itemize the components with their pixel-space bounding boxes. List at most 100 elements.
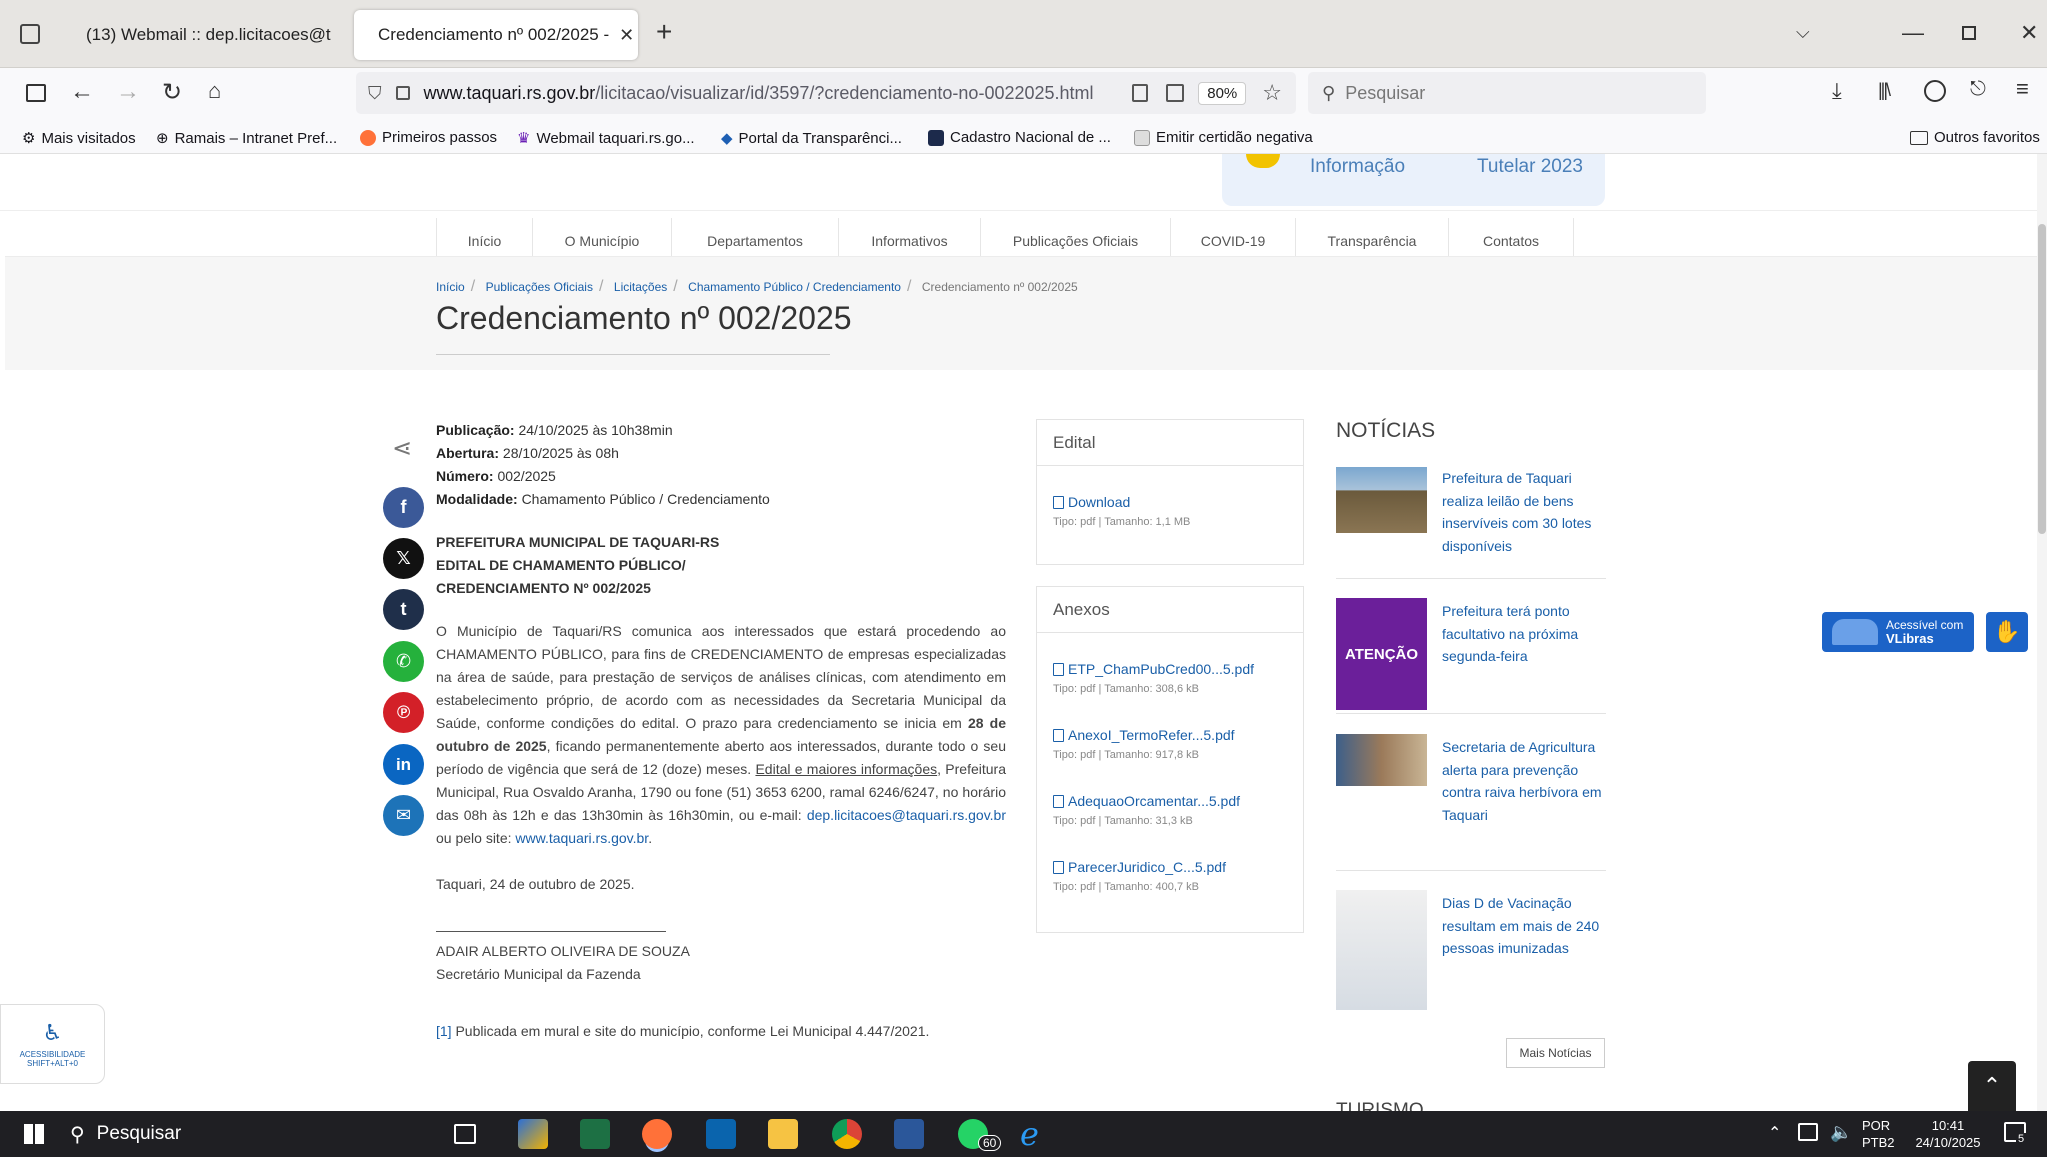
- url-bar[interactable]: ⛉ www.taquari.rs.gov.br/licitacao/visual…: [356, 72, 1296, 114]
- shield-icon[interactable]: ⛉: [368, 83, 382, 104]
- share-icon[interactable]: ⋖: [392, 434, 412, 463]
- home-icon[interactable]: ⌂: [208, 78, 221, 104]
- bookmark-most-visited[interactable]: ⚙ Mais visitados: [22, 129, 136, 148]
- vlibras-hand-icon[interactable]: ✋: [1986, 612, 2028, 652]
- word-icon[interactable]: [894, 1119, 924, 1149]
- menu-icon[interactable]: ≡: [2016, 76, 2029, 102]
- news-headline[interactable]: Prefeitura terá ponto facultativo na pró…: [1442, 600, 1602, 668]
- email-icon[interactable]: ✉: [383, 795, 424, 836]
- accessibility-widget[interactable]: ♿ ACESSIBILIDADE SHIFT+ALT+0: [0, 1004, 105, 1084]
- news-thumbnail[interactable]: [1336, 890, 1427, 1010]
- banner-item-tutelar[interactable]: Tutelar 2023: [1477, 156, 1583, 178]
- reader-view-icon[interactable]: [1132, 84, 1149, 102]
- whatsapp-icon[interactable]: ✆: [383, 641, 424, 682]
- scroll-top-button[interactable]: ⌃: [1968, 1061, 2016, 1111]
- widget-app-icon[interactable]: [518, 1119, 548, 1149]
- firefox-icon[interactable]: [642, 1119, 672, 1149]
- lock-icon[interactable]: [395, 86, 410, 100]
- bookmark-cadastro[interactable]: Cadastro Nacional de ...: [928, 129, 1111, 146]
- bookmark-certidao[interactable]: Emitir certidão negativa: [1134, 129, 1313, 146]
- breadcrumb-chamamento[interactable]: Chamamento Público / Credenciamento: [688, 280, 901, 294]
- taskbar-search[interactable]: ⚲ Pesquisar: [70, 1111, 430, 1157]
- windows-start-icon[interactable]: [24, 1124, 44, 1144]
- bookmark-transparencia[interactable]: ◆ Portal da Transparênci...: [721, 129, 902, 148]
- downloads-icon[interactable]: ⤓: [1832, 78, 1842, 104]
- footnote-ref[interactable]: [1]: [436, 1023, 452, 1039]
- search-placeholder: Pesquisar: [1345, 82, 1426, 103]
- facebook-icon[interactable]: f: [383, 487, 424, 528]
- restore-button[interactable]: [1962, 26, 1976, 40]
- edital-link[interactable]: Edital e maiores informações: [755, 761, 937, 777]
- news-thumbnail[interactable]: [1336, 734, 1427, 786]
- minimize-button[interactable]: —: [1902, 20, 1924, 46]
- breadcrumb-inicio[interactable]: Início: [436, 280, 465, 294]
- back-icon[interactable]: ←: [70, 78, 94, 106]
- close-window-button[interactable]: ✕: [2020, 20, 2038, 46]
- email-link[interactable]: dep.licitacoes@taquari.rs.gov.br: [807, 807, 1006, 823]
- bookmark-primeiros-passos[interactable]: Primeiros passos: [360, 129, 497, 146]
- breadcrumb-licitacoes[interactable]: Licitações: [614, 280, 667, 294]
- reload-icon[interactable]: ↻: [162, 78, 182, 107]
- extensions-icon[interactable]: ⎋: [1970, 78, 1986, 101]
- more-news-button[interactable]: Mais Notícias: [1506, 1038, 1605, 1068]
- vlibras-badge[interactable]: Acessível com VLibras: [1822, 612, 1974, 652]
- page-title: Credenciamento nº 002/2025: [436, 300, 852, 336]
- tumblr-icon[interactable]: t: [383, 589, 424, 630]
- file-explorer-icon[interactable]: [768, 1119, 798, 1149]
- sidebar-toggle-icon[interactable]: [26, 84, 46, 102]
- edge-icon[interactable]: ℯ: [1020, 1115, 1039, 1153]
- scrollbar-thumb[interactable]: [2038, 224, 2046, 534]
- site-link[interactable]: www.taquari.rs.gov.br: [515, 830, 648, 846]
- linkedin-icon[interactable]: in: [383, 744, 424, 785]
- download-link[interactable]: Download: [1053, 494, 1303, 510]
- news-item[interactable]: ATENÇÃO Prefeitura terá ponto facultativ…: [1336, 598, 1606, 714]
- account-icon[interactable]: [1924, 80, 1946, 102]
- chevron-up-icon[interactable]: ⌃: [1768, 1123, 1781, 1143]
- tab-webmail[interactable]: (13) Webmail :: dep.licitacoes@t ✕: [62, 10, 342, 60]
- new-tab-button[interactable]: +: [656, 16, 672, 48]
- anexo-link[interactable]: AnexoI_TermoRefer...5.pdf: [1053, 727, 1303, 743]
- tab-credenciamento[interactable]: Credenciamento nº 002/2025 - ✕: [354, 10, 638, 60]
- library-icon[interactable]: |||\: [1878, 80, 1891, 101]
- clock[interactable]: 10:41 24/10/2025: [1906, 1117, 1990, 1151]
- star-icon[interactable]: ☆: [1262, 80, 1282, 106]
- language-indicator[interactable]: POR PTB2: [1862, 1117, 1895, 1151]
- news-thumbnail[interactable]: [1336, 467, 1427, 533]
- search-bar[interactable]: ⚲ Pesquisar: [1308, 72, 1706, 114]
- x-twitter-icon[interactable]: 𝕏: [383, 538, 424, 579]
- close-icon[interactable]: ✕: [341, 25, 342, 46]
- excel-icon[interactable]: [580, 1119, 610, 1149]
- news-item[interactable]: Secretaria de Agricultura alerta para pr…: [1336, 734, 1606, 871]
- bookmark-webmail[interactable]: ♛ Webmail taquari.rs.go...: [517, 129, 695, 148]
- news-headline[interactable]: Prefeitura de Taquari realiza leilão de …: [1442, 467, 1602, 557]
- anexo-file: ETP_ChamPubCred00...5.pdf Tipo: pdf | Ta…: [1037, 661, 1303, 695]
- close-icon[interactable]: ✕: [619, 25, 634, 46]
- chrome-icon[interactable]: [832, 1119, 862, 1149]
- task-view-icon[interactable]: [454, 1124, 476, 1144]
- pinterest-icon[interactable]: ℗: [383, 692, 424, 733]
- news-item[interactable]: Prefeitura de Taquari realiza leilão de …: [1336, 467, 1606, 579]
- banner-item-informacao[interactable]: Informação: [1310, 156, 1405, 178]
- url-text[interactable]: www.taquari.rs.gov.br/licitacao/visualiz…: [424, 83, 1094, 104]
- chevron-down-icon[interactable]: ⌵: [1796, 22, 1810, 43]
- forward-icon[interactable]: →: [116, 78, 140, 106]
- anexo-link[interactable]: ParecerJuridico_C...5.pdf: [1053, 859, 1303, 875]
- bookmark-other-favorites[interactable]: Outros favoritos: [1910, 129, 2040, 146]
- anexos-title: Anexos: [1037, 587, 1303, 633]
- tab-list-icon[interactable]: [20, 24, 40, 44]
- news-headline[interactable]: Secretaria de Agricultura alerta para pr…: [1442, 736, 1602, 826]
- file-name: ETP_ChamPubCred00...5.pdf: [1068, 661, 1254, 677]
- heading-line: PREFEITURA MUNICIPAL DE TAQUARI-RS: [436, 534, 720, 550]
- zoom-indicator[interactable]: 80%: [1198, 81, 1247, 105]
- breadcrumb-publicacoes[interactable]: Publicações Oficiais: [486, 280, 593, 294]
- anexo-link[interactable]: ETP_ChamPubCred00...5.pdf: [1053, 661, 1303, 677]
- save-page-icon[interactable]: [1166, 84, 1185, 102]
- anexo-link[interactable]: AdequaoOrcamentar...5.pdf: [1053, 793, 1303, 809]
- news-thumbnail[interactable]: ATENÇÃO: [1336, 598, 1427, 710]
- bookmark-ramais[interactable]: ⊕ Ramais – Intranet Pref...: [156, 129, 337, 148]
- news-headline[interactable]: Dias D de Vacinação resultam em mais de …: [1442, 892, 1602, 960]
- outlook-icon[interactable]: [706, 1119, 736, 1149]
- volume-muted-icon[interactable]: 🔈: [1830, 1122, 1852, 1143]
- file-type: Tipo: pdf: [1053, 815, 1096, 827]
- network-icon[interactable]: [1798, 1123, 1818, 1141]
